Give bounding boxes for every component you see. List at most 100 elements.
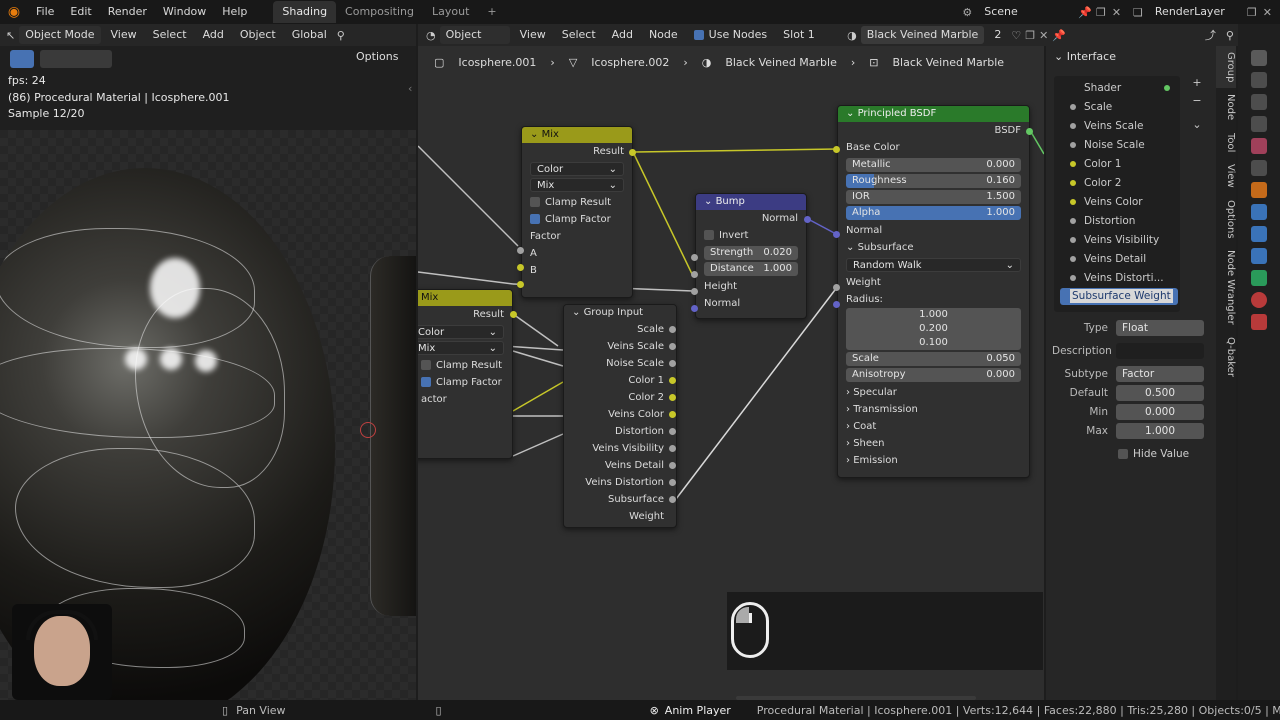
render-properties-icon[interactable]: [1251, 72, 1267, 88]
radius-x-field[interactable]: 1.000: [846, 308, 1021, 322]
particles-properties-icon[interactable]: [1251, 226, 1267, 242]
max-field[interactable]: 1.000: [1116, 422, 1204, 439]
orientation-dropdown[interactable]: Global: [286, 26, 333, 44]
delete-scene-icon[interactable]: ✕: [1112, 6, 1121, 19]
subsurface-panel[interactable]: ⌄ Subsurface: [838, 239, 1029, 256]
material-users[interactable]: 2: [988, 26, 1007, 44]
base-color-socket[interactable]: [833, 146, 840, 153]
hide-value-checkbox[interactable]: [1118, 448, 1128, 459]
bsdf-panel-sheen[interactable]: › Sheen: [838, 435, 1029, 452]
physics-properties-icon[interactable]: [1251, 248, 1267, 264]
group-input-socket[interactable]: [669, 479, 676, 486]
bsdf-panel-coat[interactable]: › Coat: [838, 418, 1029, 435]
bump-normal-in-socket[interactable]: [691, 305, 698, 312]
mix-b-socket[interactable]: [517, 281, 524, 288]
view-layer-properties-icon[interactable]: [1251, 116, 1267, 132]
bsdf-normal-socket[interactable]: [833, 231, 840, 238]
mix-2-clamp-result-checkbox[interactable]: [421, 360, 431, 370]
group-input-socket[interactable]: [669, 326, 676, 333]
interface-item[interactable]: Veins Detail: [1054, 250, 1180, 269]
node-editor[interactable]: ▢ Icosphere.001 › ▽ Icosphere.002 › ◑ Bl…: [418, 46, 1044, 700]
node-menu-view[interactable]: View: [514, 26, 552, 44]
subsurface-scale-field[interactable]: Scale 0.050: [846, 352, 1021, 366]
invert-checkbox[interactable]: [704, 230, 714, 240]
rename-field[interactable]: Subsurface Weight: [1070, 289, 1173, 303]
mix-node-2[interactable]: Mix Result Color ⌄ Mix ⌄ Clamp Result Clam…: [418, 289, 513, 459]
interface-item-editing[interactable]: Subsurface Weight: [1060, 288, 1178, 305]
group-input-socket[interactable]: [669, 343, 676, 350]
hide-value-toggle[interactable]: Hide Value: [1052, 444, 1212, 463]
world-properties-icon[interactable]: [1251, 160, 1267, 176]
radius-z-field[interactable]: 0.100: [846, 336, 1021, 350]
tab-shading[interactable]: Shading: [273, 1, 337, 23]
tab-node-wrangler[interactable]: Node Wrangler: [1216, 244, 1236, 331]
3d-viewport[interactable]: Options fps: 24 (86) Procedural Material…: [0, 46, 416, 700]
clamp-result-toggle[interactable]: Clamp Result: [522, 194, 632, 211]
mix-node-header[interactable]: ⌄ Mix: [522, 127, 632, 143]
group-input-socket[interactable]: [669, 445, 676, 452]
clamp-factor-checkbox[interactable]: [530, 214, 540, 224]
tab-view[interactable]: View: [1216, 158, 1236, 194]
output-properties-icon[interactable]: [1251, 94, 1267, 110]
tab-compositing[interactable]: Compositing: [336, 1, 423, 23]
close-icon[interactable]: ⊗: [650, 704, 659, 717]
description-input[interactable]: [1116, 342, 1204, 359]
add-socket-icon[interactable]: +: [1188, 76, 1206, 92]
bump-strength-socket[interactable]: [691, 254, 698, 261]
mix-result-socket[interactable]: [629, 149, 636, 156]
select-tool-icon[interactable]: ↖: [6, 29, 15, 42]
interface-item[interactable]: Color 1: [1054, 155, 1180, 174]
bsdf-field-metallic[interactable]: Metallic 0.000: [846, 158, 1021, 172]
object-properties-icon[interactable]: [1251, 182, 1267, 198]
scene-properties-icon[interactable]: [1251, 138, 1267, 154]
slot-dropdown[interactable]: Slot 1: [777, 26, 843, 44]
menu-render[interactable]: Render: [100, 0, 155, 24]
bump-distance-socket[interactable]: [691, 271, 698, 278]
tab-q-baker[interactable]: Q-baker: [1216, 331, 1236, 383]
bump-invert-toggle[interactable]: Invert: [696, 227, 806, 244]
copy-layer-icon[interactable]: ❐: [1247, 6, 1257, 19]
view-layer-selector[interactable]: RenderLayer: [1149, 3, 1247, 21]
material-selector[interactable]: Black Veined Marble: [860, 26, 985, 44]
subtype-dropdown[interactable]: Factor: [1116, 365, 1204, 382]
radius-socket[interactable]: [833, 301, 840, 308]
group-input-socket[interactable]: [669, 394, 676, 401]
node-menu-node[interactable]: Node: [643, 26, 684, 44]
group-input-socket[interactable]: [669, 496, 676, 503]
collapse-arrow-icon[interactable]: ‹: [408, 82, 412, 95]
bsdf-field-alpha[interactable]: Alpha 1.000: [846, 206, 1021, 220]
distance-field[interactable]: Distance 1.000: [704, 262, 798, 276]
clamp-result-checkbox[interactable]: [530, 197, 540, 207]
anim-player-status[interactable]: Anim Player: [665, 704, 731, 717]
interface-item[interactable]: Scale: [1054, 98, 1180, 117]
bump-node[interactable]: ⌄ Bump Normal Invert Strength 0.020 Dista…: [695, 193, 807, 319]
principled-bsdf-node[interactable]: ⌄ Principled BSDF BSDF Base Color Metall…: [837, 105, 1030, 478]
clamp-factor-toggle[interactable]: Clamp Factor: [522, 211, 632, 228]
socket-menu-icon[interactable]: ⌄: [1188, 118, 1206, 134]
bsdf-field-roughness[interactable]: Roughness 0.160: [846, 174, 1021, 188]
editor-type-icon[interactable]: ◔: [426, 29, 436, 42]
selection-mode-icons[interactable]: [40, 50, 112, 68]
interface-item[interactable]: Noise Scale: [1054, 136, 1180, 155]
use-nodes-checkbox[interactable]: [693, 30, 704, 40]
shader-type-dropdown[interactable]: Object: [439, 26, 510, 44]
interface-item[interactable]: Veins Visibility: [1054, 231, 1180, 250]
texture-properties-icon[interactable]: [1251, 314, 1267, 330]
mix-node[interactable]: ⌄ Mix Result Color ⌄ Mix ⌄ Clamp Result Cl…: [521, 126, 633, 298]
interface-list[interactable]: Shader Scale Veins Scale Noise Scale Color 1…: [1054, 76, 1180, 312]
node-menu-add[interactable]: Add: [606, 26, 639, 44]
menu-file[interactable]: File: [28, 0, 62, 24]
group-input-socket[interactable]: [669, 377, 676, 384]
select-box-tool-icon[interactable]: [10, 50, 34, 68]
menu-help[interactable]: Help: [214, 0, 255, 24]
default-field[interactable]: 0.500: [1116, 384, 1204, 401]
add-workspace-icon[interactable]: +: [478, 1, 505, 23]
pin-icon[interactable]: 📌: [1078, 6, 1092, 19]
group-input-header[interactable]: ⌄ Group Input: [564, 305, 676, 321]
subsurface-method-dropdown[interactable]: Random Walk ⌄: [846, 258, 1021, 272]
group-input-socket[interactable]: [669, 428, 676, 435]
group-input-socket[interactable]: [669, 360, 676, 367]
group-input-node[interactable]: ⌄ Group Input Scale Veins Scale Noise Scal…: [563, 304, 677, 528]
bump-node-header[interactable]: ⌄ Bump: [696, 194, 806, 210]
object-mode-dropdown[interactable]: Object Mode: [19, 26, 101, 44]
